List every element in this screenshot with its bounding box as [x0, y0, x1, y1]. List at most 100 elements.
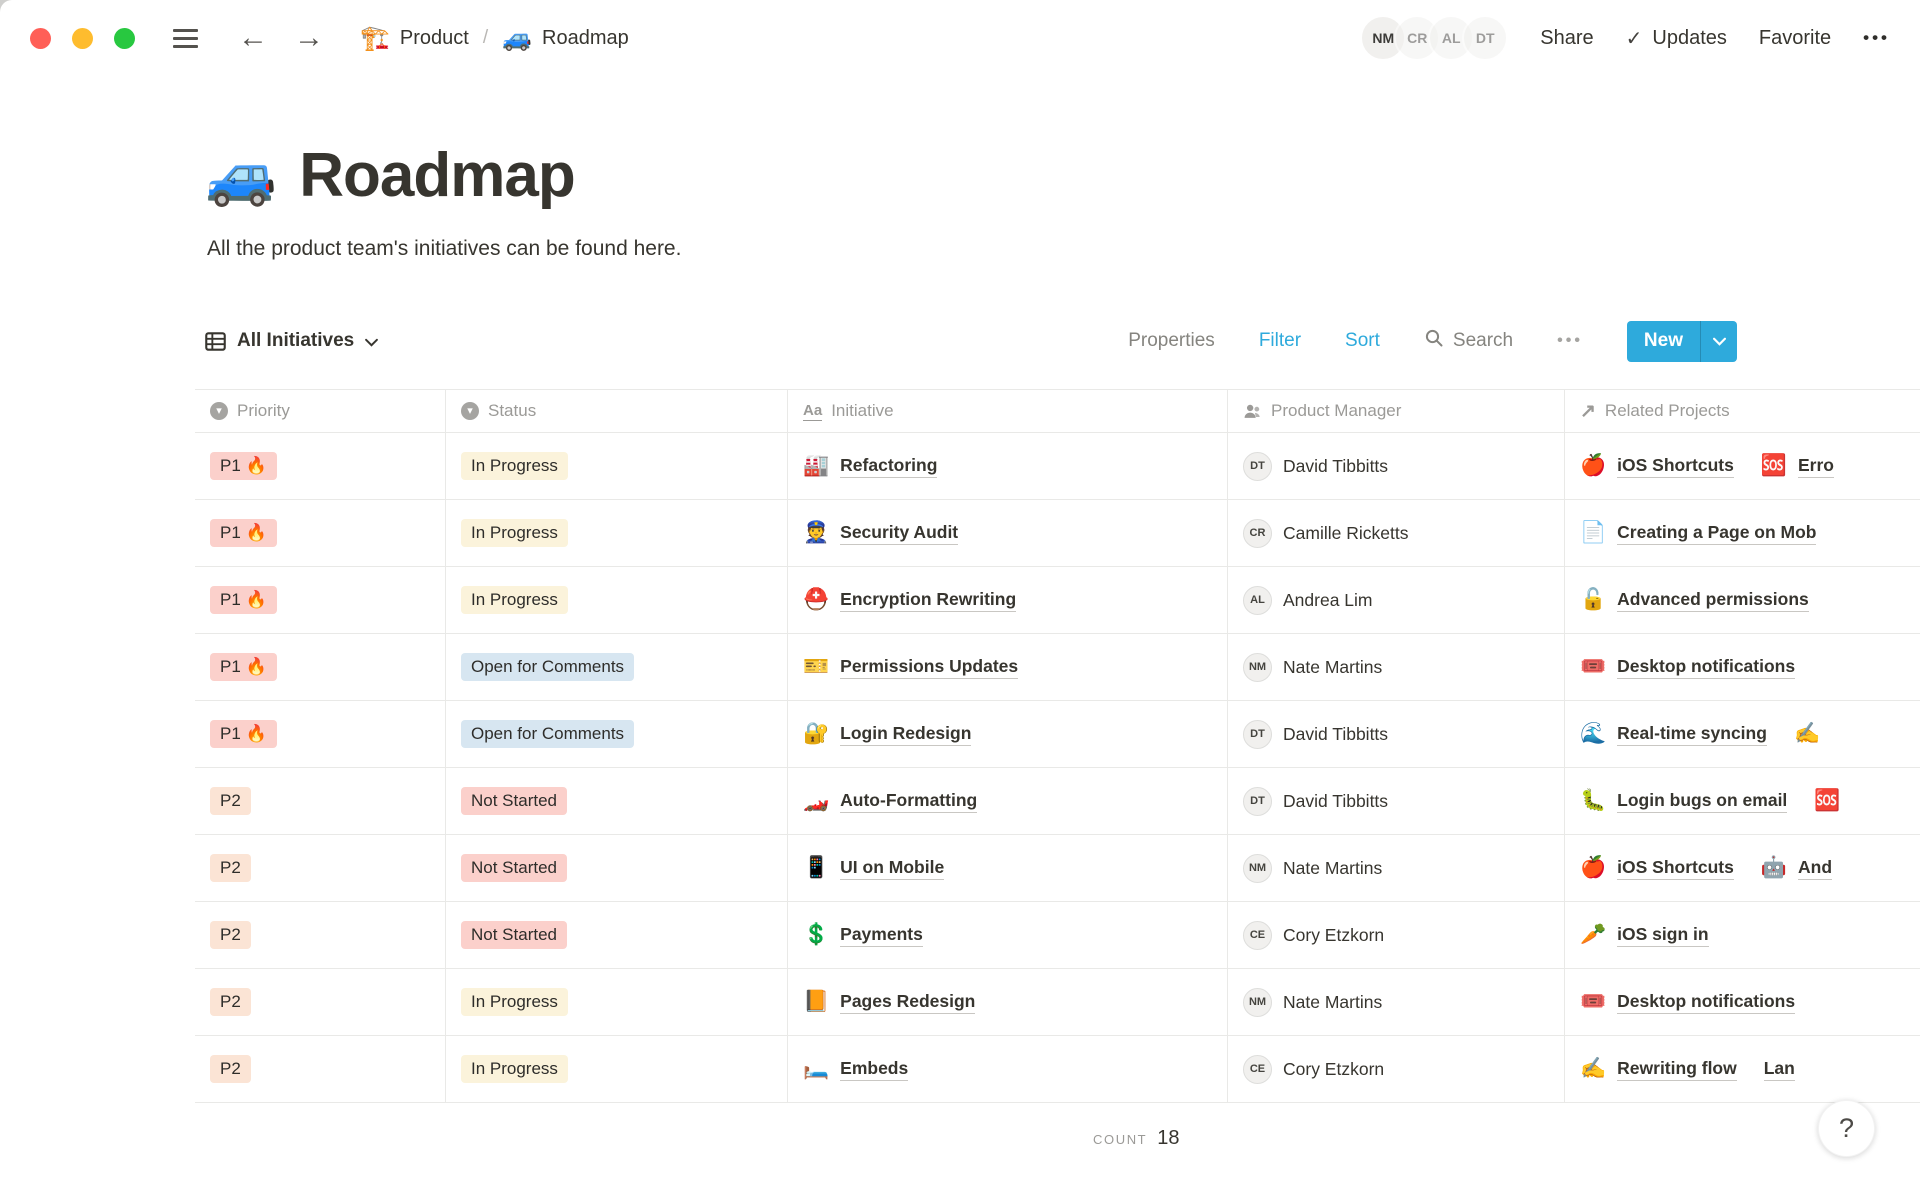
related-page-link[interactable]: iOS Shortcuts [1617, 455, 1734, 478]
related-page-link[interactable]: And [1798, 857, 1832, 880]
initiative-page-link[interactable]: UI on Mobile [840, 857, 944, 880]
product-manager-cell[interactable]: CRCamille Ricketts [1227, 500, 1564, 566]
more-icon[interactable]: ••• [1863, 28, 1890, 48]
related-projects-cell[interactable]: 🍎iOS Shortcuts🤖And [1564, 835, 1920, 901]
toolbar-more-icon[interactable]: ••• [1557, 332, 1583, 350]
updates-button[interactable]: ✓ Updates [1626, 26, 1727, 51]
related-projects-cell[interactable]: 🐛Login bugs on email🆘 [1564, 768, 1920, 834]
properties-button[interactable]: Properties [1128, 330, 1215, 352]
priority-cell[interactable]: P2 [195, 835, 445, 901]
initiative-cell[interactable]: 📙Pages Redesign [787, 969, 1227, 1035]
initiative-page-link[interactable]: Permissions Updates [840, 656, 1018, 679]
product-manager-cell[interactable]: NMNate Martins [1227, 835, 1564, 901]
help-button[interactable]: ? [1818, 1100, 1875, 1157]
initiative-page-link[interactable]: Encryption Rewriting [840, 589, 1016, 612]
related-page-link[interactable]: Creating a Page on Mob [1617, 522, 1816, 545]
avatar[interactable]: DT [1462, 15, 1508, 61]
close-window-button[interactable] [30, 28, 51, 49]
initiative-page-link[interactable]: Embeds [840, 1058, 908, 1081]
initiative-page-link[interactable]: Login Redesign [840, 723, 971, 746]
initiative-cell[interactable]: 🛏️Embeds [787, 1036, 1227, 1102]
status-cell[interactable]: In Progress [445, 969, 787, 1035]
product-manager-cell[interactable]: DTDavid Tibbitts [1227, 433, 1564, 499]
related-projects-cell[interactable]: 🥕iOS sign in [1564, 902, 1920, 968]
product-manager-cell[interactable]: NMNate Martins [1227, 634, 1564, 700]
new-dropdown-chevron-icon[interactable] [1701, 321, 1737, 362]
status-cell[interactable]: Not Started [445, 835, 787, 901]
related-projects-cell[interactable]: 🍎iOS Shortcuts🆘Erro [1564, 433, 1920, 499]
product-manager-cell[interactable]: DTDavid Tibbitts [1227, 701, 1564, 767]
priority-cell[interactable]: P1 🔥 [195, 701, 445, 767]
forward-icon[interactable]: → [294, 23, 324, 53]
initiative-page-link[interactable]: Pages Redesign [840, 991, 975, 1014]
related-page-link[interactable]: iOS Shortcuts [1617, 857, 1734, 880]
related-page-link[interactable]: Advanced permissions [1617, 589, 1809, 612]
zoom-window-button[interactable] [114, 28, 135, 49]
new-button[interactable]: New [1627, 321, 1737, 362]
sort-button[interactable]: Sort [1345, 330, 1380, 352]
column-header-product-manager[interactable]: Product Manager [1227, 390, 1564, 432]
back-icon[interactable]: ← [238, 23, 268, 53]
status-cell[interactable]: In Progress [445, 500, 787, 566]
related-projects-cell[interactable]: 🌊Real-time syncing✍️ [1564, 701, 1920, 767]
related-page-link[interactable]: Login bugs on email [1617, 790, 1787, 813]
initiative-cell[interactable]: 🏭Refactoring [787, 433, 1227, 499]
priority-cell[interactable]: P2 [195, 768, 445, 834]
status-cell[interactable]: In Progress [445, 1036, 787, 1102]
priority-cell[interactable]: P1 🔥 [195, 500, 445, 566]
status-cell[interactable]: Open for Comments [445, 701, 787, 767]
related-projects-cell[interactable]: 🔓Advanced permissions [1564, 567, 1920, 633]
product-manager-cell[interactable]: DTDavid Tibbitts [1227, 768, 1564, 834]
initiative-cell[interactable]: ⛑️Encryption Rewriting [787, 567, 1227, 633]
related-projects-cell[interactable]: 📄Creating a Page on Mob [1564, 500, 1920, 566]
initiative-cell[interactable]: 💲Payments [787, 902, 1227, 968]
search-button[interactable]: Search [1424, 328, 1513, 354]
initiative-cell[interactable]: 🎫Permissions Updates [787, 634, 1227, 700]
status-cell[interactable]: Open for Comments [445, 634, 787, 700]
priority-cell[interactable]: P1 🔥 [195, 634, 445, 700]
column-header-initiative[interactable]: AaInitiative [787, 390, 1227, 432]
related-page-link[interactable]: iOS sign in [1617, 924, 1708, 947]
minimize-window-button[interactable] [72, 28, 93, 49]
initiative-page-link[interactable]: Auto-Formatting [840, 790, 977, 813]
status-cell[interactable]: Not Started [445, 768, 787, 834]
favorite-button[interactable]: Favorite [1759, 27, 1831, 50]
status-cell[interactable]: In Progress [445, 433, 787, 499]
related-page-link[interactable]: Lan [1764, 1058, 1795, 1081]
priority-cell[interactable]: P1 🔥 [195, 433, 445, 499]
page-title[interactable]: Roadmap [299, 140, 574, 211]
product-manager-cell[interactable]: CECory Etzkorn [1227, 1036, 1564, 1102]
related-page-link[interactable]: Real-time syncing [1617, 723, 1767, 746]
related-page-link[interactable]: Rewriting flow [1617, 1058, 1737, 1081]
initiative-cell[interactable]: 🏎️Auto-Formatting [787, 768, 1227, 834]
priority-cell[interactable]: P1 🔥 [195, 567, 445, 633]
page-description[interactable]: All the product team's initiatives can b… [207, 237, 1920, 261]
status-cell[interactable]: In Progress [445, 567, 787, 633]
filter-button[interactable]: Filter [1259, 330, 1301, 352]
initiative-page-link[interactable]: Refactoring [840, 455, 937, 478]
product-manager-cell[interactable]: CECory Etzkorn [1227, 902, 1564, 968]
breadcrumb-item-roadmap[interactable]: 🚙 Roadmap [502, 24, 629, 53]
menu-icon[interactable] [173, 29, 198, 48]
column-header-status[interactable]: ▾Status [445, 390, 787, 432]
related-page-link[interactable]: Desktop notifications [1617, 991, 1795, 1014]
column-header-related-projects[interactable]: ↗Related Projects [1564, 390, 1920, 432]
column-header-priority[interactable]: ▾Priority [195, 390, 445, 432]
status-cell[interactable]: Not Started [445, 902, 787, 968]
priority-cell[interactable]: P2 [195, 902, 445, 968]
related-projects-cell[interactable]: 🎟️Desktop notifications [1564, 969, 1920, 1035]
new-button-label[interactable]: New [1627, 321, 1700, 362]
initiative-page-link[interactable]: Payments [840, 924, 923, 947]
related-page-link[interactable]: Desktop notifications [1617, 656, 1795, 679]
initiative-page-link[interactable]: Security Audit [840, 522, 958, 545]
view-switcher[interactable]: All Initiatives [205, 330, 378, 352]
related-projects-cell[interactable]: ✍️Rewriting flowLan [1564, 1036, 1920, 1102]
product-manager-cell[interactable]: ALAndrea Lim [1227, 567, 1564, 633]
share-button[interactable]: Share [1540, 27, 1593, 50]
initiative-cell[interactable]: 🔐Login Redesign [787, 701, 1227, 767]
page-emoji-icon[interactable]: 🚙 [205, 147, 277, 205]
priority-cell[interactable]: P2 [195, 969, 445, 1035]
priority-cell[interactable]: P2 [195, 1036, 445, 1102]
related-page-link[interactable]: Erro [1798, 455, 1834, 478]
avatar-stack[interactable]: NMCRALDT [1360, 15, 1508, 61]
